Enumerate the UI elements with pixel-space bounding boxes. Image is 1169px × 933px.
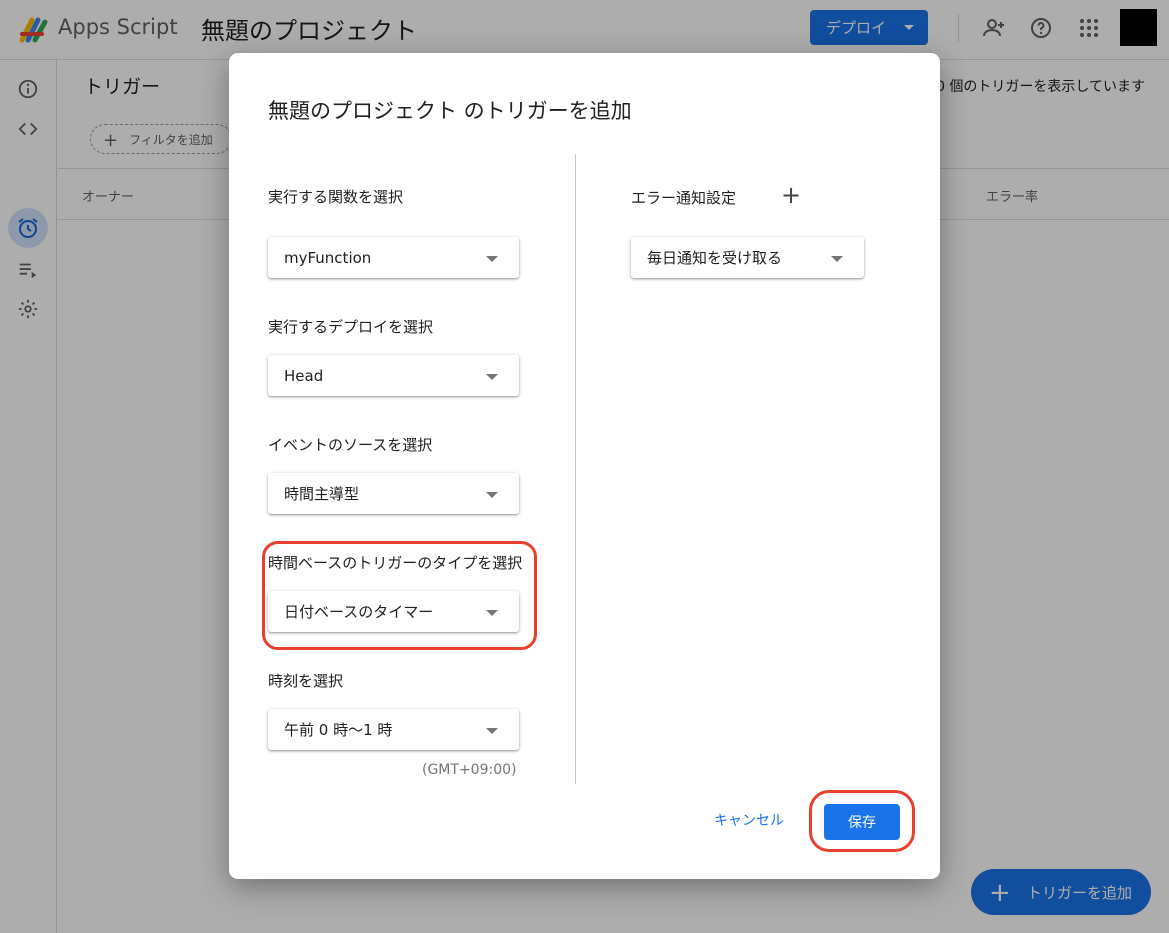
deployment-select-value: Head xyxy=(284,366,324,385)
dropdown-arrow-icon xyxy=(486,256,498,262)
time-trigger-type-select-value: 日付ベースのタイマー xyxy=(284,603,434,621)
dropdown-arrow-icon xyxy=(831,256,843,262)
deployment-select[interactable]: Head xyxy=(268,355,519,396)
add-notification-plus-icon[interactable]: + xyxy=(781,183,801,207)
event-source-label: イベントのソースを選択 xyxy=(268,436,433,454)
time-of-day-select-value: 午前 0 時〜1 時 xyxy=(284,721,393,739)
dropdown-arrow-icon xyxy=(486,374,498,380)
dropdown-arrow-icon xyxy=(486,610,498,616)
event-source-select-value: 時間主導型 xyxy=(284,485,360,503)
error-notification-label: エラー通知設定 xyxy=(631,189,737,207)
save-button[interactable]: 保存 xyxy=(824,804,900,840)
cancel-button[interactable]: キャンセル xyxy=(714,810,784,830)
dropdown-arrow-icon xyxy=(486,492,498,498)
error-notification-select[interactable]: 毎日通知を受け取る xyxy=(631,237,864,278)
deployment-label: 実行するデプロイを選択 xyxy=(268,318,434,336)
event-source-select[interactable]: 時間主導型 xyxy=(268,473,519,514)
time-of-day-select[interactable]: 午前 0 時〜1 時 xyxy=(268,709,519,750)
time-trigger-type-select[interactable]: 日付ベースのタイマー xyxy=(268,591,519,632)
time-trigger-type-label: 時間ベースのトリガーのタイプを選択 xyxy=(268,554,523,572)
function-select[interactable]: myFunction xyxy=(268,237,519,278)
add-trigger-dialog: 無題のプロジェクト のトリガーを追加 実行する関数を選択 myFunction … xyxy=(229,53,940,879)
time-of-day-label: 時刻を選択 xyxy=(268,672,344,690)
column-divider xyxy=(575,154,576,784)
dialog-title: 無題のプロジェクト のトリガーを追加 xyxy=(268,99,632,123)
error-notification-select-value: 毎日通知を受け取る xyxy=(647,249,783,267)
timezone-note: (GMT+09:00) xyxy=(422,762,517,778)
function-label: 実行する関数を選択 xyxy=(268,188,404,206)
function-select-value: myFunction xyxy=(284,248,372,267)
dropdown-arrow-icon xyxy=(486,728,498,734)
